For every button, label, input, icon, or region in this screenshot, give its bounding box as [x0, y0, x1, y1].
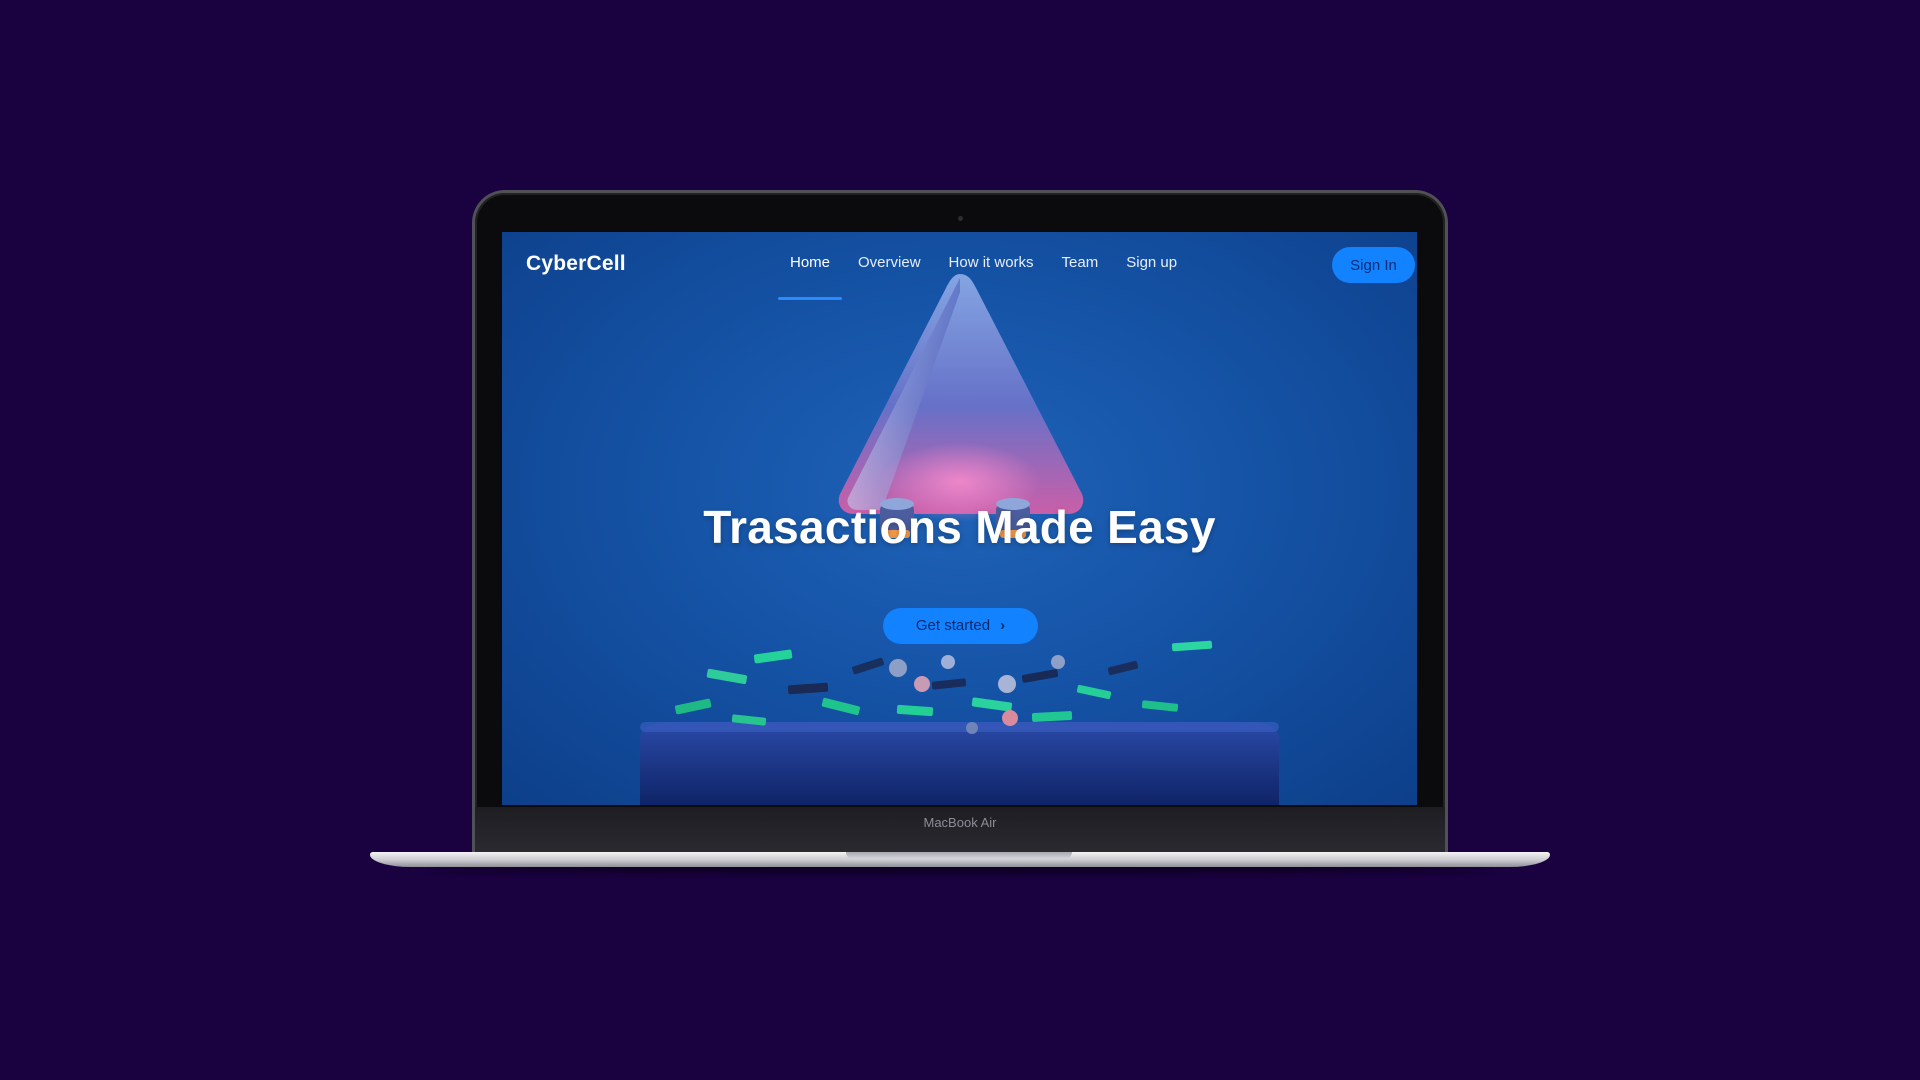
laptop-model-label: MacBook Air — [923, 815, 997, 830]
hero-title: Trasactions Made Easy — [703, 501, 1216, 553]
nav-link-team[interactable]: Team — [1048, 254, 1113, 271]
website-screen: CyberCell Home Overview How it works Tea… — [502, 232, 1417, 805]
chevron-right-icon: › — [1000, 617, 1006, 634]
site-navbar: CyberCell Home Overview How it works Tea… — [502, 232, 1417, 300]
nav-link-sign-up[interactable]: Sign up — [1112, 254, 1191, 271]
nav-link-how-it-works[interactable]: How it works — [935, 254, 1048, 271]
presentation-background: MacBook Air CyberCell Home Overview How … — [0, 0, 1920, 1080]
laptop-shadow — [430, 866, 1490, 874]
laptop-opening-notch — [846, 852, 1072, 859]
nav-links: Home Overview How it works Team Sign up — [776, 254, 1191, 300]
sign-in-button[interactable]: Sign In — [1332, 247, 1415, 283]
rocket-icon — [838, 274, 1084, 538]
laptop-chin: MacBook Air — [475, 807, 1445, 853]
webcam-icon — [958, 216, 963, 221]
nav-link-overview[interactable]: Overview — [844, 254, 935, 271]
brand-logo[interactable]: CyberCell — [526, 252, 626, 276]
get-started-button[interactable]: Get started › — [883, 608, 1038, 644]
nav-link-home[interactable]: Home — [776, 254, 844, 300]
laptop-base — [370, 852, 1550, 867]
platform-shape — [640, 722, 1279, 805]
floating-money-icon — [674, 640, 1213, 734]
get-started-label: Get started — [915, 617, 991, 634]
